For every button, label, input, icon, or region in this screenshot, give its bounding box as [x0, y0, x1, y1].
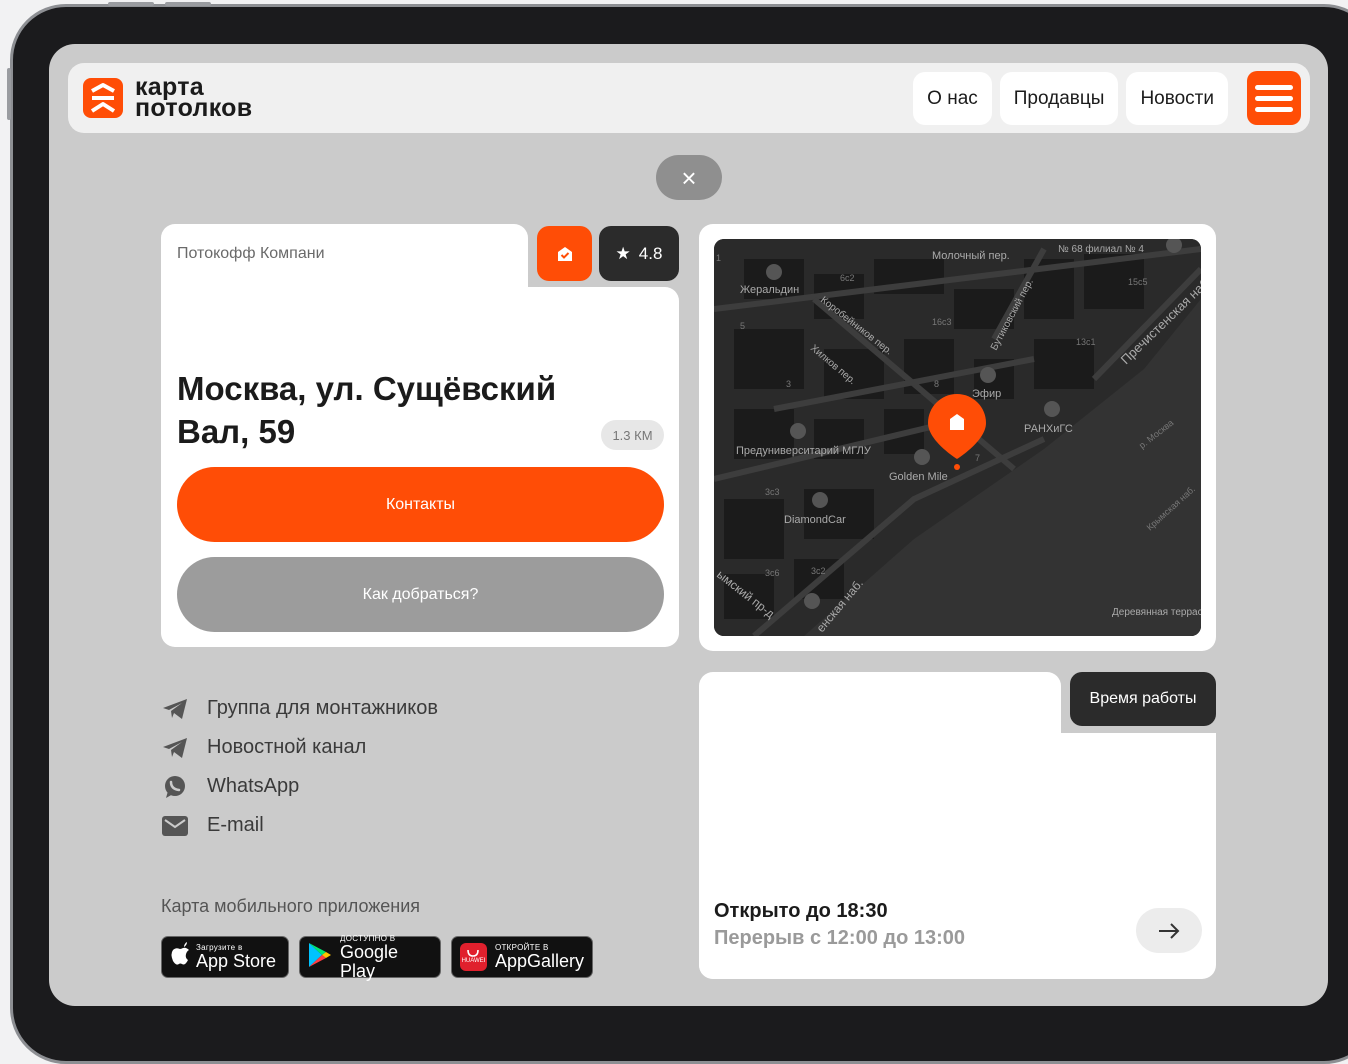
map-canvas: Молочный пер. № 68 филиал № 4 Жеральдин …: [714, 239, 1201, 636]
apps-title: Карта мобильного приложения: [161, 896, 421, 916]
link-label: WhatsApp: [207, 775, 300, 797]
appstore-label: App Store: [196, 951, 277, 971]
map-label: 15с5: [1128, 277, 1148, 287]
link-label: Группа для монтажников: [207, 697, 438, 719]
map-label: 3с2: [811, 566, 826, 576]
map-card: Молочный пер. № 68 филиал № 4 Жеральдин …: [699, 224, 1216, 651]
hours-card: Время работы Открыто до 18:30 Перерыв с …: [699, 672, 1216, 979]
map-label: Предуниверситарий МГЛУ: [736, 445, 872, 457]
map-label: 8: [934, 379, 939, 389]
map-label: DiamondCar: [784, 514, 846, 526]
close-icon: ×: [681, 162, 697, 193]
house-check-icon: [557, 246, 572, 261]
logo-icon: [83, 78, 123, 118]
device-volume-button: [165, 2, 211, 6]
poi-icon: [804, 593, 820, 609]
company-card: Потокофф Компани ★ 4.8 Москва, ул. Сущёв…: [161, 224, 679, 647]
link-installers-group[interactable]: Группа для монтажников: [161, 689, 438, 728]
map-label: 5: [740, 321, 745, 331]
whatsapp-icon: [161, 775, 189, 799]
map-label: РАНХиГС: [1024, 423, 1073, 435]
hours-arrow-button[interactable]: [1136, 908, 1202, 953]
appstore-button[interactable]: Загрузите в App Store: [161, 936, 289, 978]
telegram-icon: [161, 697, 189, 721]
link-email[interactable]: E-mail: [161, 806, 438, 845]
route-button[interactable]: Как добраться?: [177, 557, 664, 632]
map-label: 13с1: [1076, 337, 1096, 347]
huawei-icon: HUAWEI: [460, 943, 487, 971]
hamburger-icon: [1255, 106, 1293, 112]
home-badge[interactable]: [537, 226, 592, 281]
map-label: 6с2: [840, 273, 855, 283]
map-view[interactable]: Молочный пер. № 68 филиал № 4 Жеральдин …: [714, 239, 1201, 636]
car-icon: [812, 492, 828, 508]
poi-icon: [980, 367, 996, 383]
address-title: Москва, ул. Сущёвский Вал, 59: [177, 370, 557, 450]
link-whatsapp[interactable]: WhatsApp: [161, 767, 438, 806]
nav-news[interactable]: Новости: [1126, 72, 1228, 125]
rating-value: 4.8: [638, 243, 663, 263]
close-button[interactable]: ×: [656, 155, 722, 200]
main-nav: О нас Продавцы Новости: [913, 72, 1228, 125]
poi-icon: [1044, 401, 1060, 417]
map-label: Молочный пер.: [932, 250, 1010, 262]
contacts-button[interactable]: Контакты: [177, 467, 664, 542]
map-label: Эфир: [972, 388, 1001, 400]
rating-badge: ★ 4.8: [599, 226, 679, 281]
hamburger-icon: [1255, 84, 1293, 90]
map-label: 16с3: [932, 317, 952, 327]
restaurant-icon: [766, 264, 782, 280]
star-icon: ★: [615, 243, 631, 263]
googleplay-button[interactable]: ДОСТУПНО В Google Play: [299, 934, 441, 981]
poi-icon: [790, 423, 806, 439]
hamburger-icon: [1255, 95, 1293, 101]
appgallery-button[interactable]: HUAWEI ОТКРОЙТЕ В AppGallery: [451, 936, 593, 978]
huawei-text: HUAWEI: [461, 958, 486, 964]
googleplay-label: Google Play: [340, 941, 399, 981]
break-time: Перерыв с 12:00 до 13:00: [714, 927, 965, 949]
map-label: Golden Mile: [889, 471, 948, 483]
device-power-button: [7, 68, 11, 120]
nav-about[interactable]: О нас: [913, 72, 992, 125]
link-label: Новостной канал: [207, 736, 367, 758]
logo-line-2: потолков: [135, 94, 253, 122]
link-label: E-mail: [207, 814, 264, 836]
open-until: Открыто до 18:30: [714, 900, 888, 922]
map-label: 3с6: [765, 568, 780, 578]
map-label: 3с3: [765, 487, 780, 497]
logo-text: карта потолков: [135, 75, 253, 122]
map-label: 3: [786, 379, 791, 389]
arrow-right-icon: [1159, 922, 1180, 939]
map-label: 7: [975, 453, 980, 463]
link-news-channel[interactable]: Новостной канал: [161, 728, 438, 767]
hamburger-menu-button[interactable]: [1247, 71, 1301, 125]
poi-icon: [914, 449, 930, 465]
google-play-icon: [308, 942, 332, 973]
social-links: Группа для монтажников Новостной канал W…: [161, 689, 438, 845]
nav-sellers[interactable]: Продавцы: [999, 72, 1119, 125]
telegram-icon: [161, 736, 189, 760]
hours-tab[interactable]: Время работы: [1070, 672, 1216, 726]
apple-icon: [170, 942, 190, 972]
logo[interactable]: карта потолков: [83, 75, 253, 122]
top-header: карта потолков О нас Продавцы Новости: [68, 63, 1310, 133]
company-name: Потокофф Компани: [177, 245, 325, 262]
map-label: 1: [716, 253, 721, 263]
map-label: Жеральдин: [740, 284, 799, 296]
appgallery-label: AppGallery: [494, 951, 584, 971]
app-screen: карта потолков О нас Продавцы Новости × …: [49, 44, 1328, 1006]
map-label: Деревянная терраса: [1112, 607, 1201, 618]
map-label: № 68 филиал № 4: [1058, 243, 1144, 255]
device-volume-button: [108, 2, 154, 6]
distance-badge: 1.3 КМ: [601, 420, 664, 450]
mail-icon: [161, 814, 189, 838]
